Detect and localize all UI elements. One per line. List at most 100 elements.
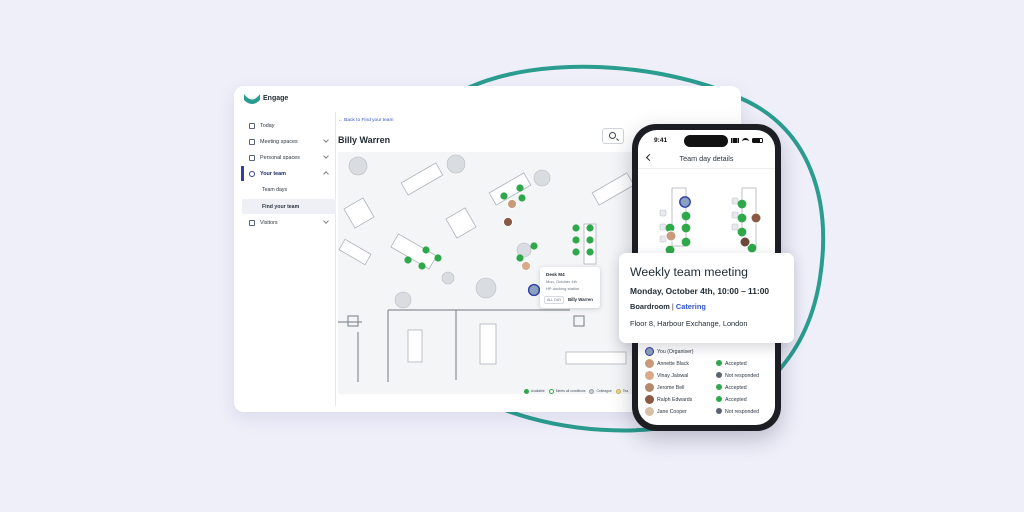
back-link[interactable]: ← Back to Find your team bbox=[338, 118, 393, 123]
not-responded-icon bbox=[716, 372, 722, 378]
attendee-name: Jane Cooper bbox=[657, 409, 687, 415]
list-item[interactable]: Ralph Edwards Accepted bbox=[644, 394, 774, 406]
available-seat[interactable] bbox=[737, 227, 747, 237]
meeting-location: Floor 8, Harbour Exchange, London bbox=[630, 319, 748, 328]
plant-icon bbox=[441, 271, 455, 285]
search-button[interactable] bbox=[602, 128, 624, 144]
sidebar-item-meeting-spaces[interactable]: Meeting spaces bbox=[242, 134, 336, 149]
legend-item: Colleague bbox=[589, 388, 612, 394]
desk-icon bbox=[249, 154, 255, 161]
sidebar-item-today[interactable]: Today bbox=[242, 118, 336, 133]
available-seat[interactable] bbox=[572, 236, 580, 244]
wifi-icon bbox=[742, 138, 749, 143]
available-seat[interactable] bbox=[572, 248, 580, 256]
attendee-status: Not responded bbox=[725, 373, 760, 379]
booked-by-name: Billy Warren bbox=[568, 297, 593, 302]
list-item[interactable]: Vinay Jaiswal Not responded bbox=[644, 370, 774, 382]
avatar bbox=[645, 347, 654, 356]
accepted-icon bbox=[716, 360, 722, 366]
legend-item: Tea bbox=[615, 388, 628, 394]
available-seat[interactable] bbox=[516, 184, 524, 192]
avatar bbox=[645, 383, 654, 392]
team-icon bbox=[249, 170, 255, 177]
available-seat[interactable] bbox=[422, 246, 430, 254]
attendee-status: Accepted bbox=[725, 385, 747, 391]
colleague-avatar[interactable] bbox=[665, 230, 677, 242]
list-item[interactable]: You (Organiser) bbox=[644, 346, 774, 358]
sidebar-item-label: Meeting spaces bbox=[260, 138, 298, 145]
attendee-name: Vinay Jaiswal bbox=[657, 373, 689, 379]
sidebar-subitem-find-your-team[interactable]: Find your team bbox=[242, 199, 336, 214]
list-item[interactable]: Jane Cooper Not responded bbox=[644, 406, 774, 418]
search-icon bbox=[609, 132, 616, 139]
available-seat[interactable] bbox=[500, 192, 508, 200]
desk-tooltip: Desk M4 Mon, October 4th HP docking stat… bbox=[540, 267, 600, 308]
available-seat[interactable] bbox=[518, 194, 526, 202]
desk-table bbox=[565, 351, 627, 365]
your-avatar[interactable] bbox=[679, 196, 691, 208]
dynamic-island bbox=[684, 135, 728, 147]
avatar bbox=[645, 359, 654, 368]
attendee-status: Accepted bbox=[725, 361, 747, 367]
sidebar-item-your-team[interactable]: Your team bbox=[241, 166, 336, 181]
list-item[interactable]: Annette Black Accepted bbox=[644, 358, 774, 370]
status-time: 9:41 bbox=[654, 137, 668, 144]
map-legend: Available Meets all conditions Colleague… bbox=[524, 386, 628, 396]
available-seat[interactable] bbox=[681, 237, 691, 247]
attendee-name: Annette Black bbox=[657, 361, 690, 367]
attendee-name: You (Organiser) bbox=[657, 349, 694, 355]
available-seat[interactable] bbox=[434, 254, 442, 262]
separator: | bbox=[671, 302, 674, 311]
colleague-avatar[interactable] bbox=[750, 212, 762, 224]
available-seat[interactable] bbox=[530, 242, 538, 250]
calendar-icon bbox=[249, 122, 255, 129]
plant-icon bbox=[394, 291, 412, 309]
plant-icon bbox=[533, 169, 551, 187]
booking-duration-tag: ALL DAY bbox=[544, 296, 565, 304]
chevron-down-icon bbox=[323, 137, 329, 143]
floor-plan-map[interactable] bbox=[338, 152, 658, 394]
divider bbox=[638, 168, 775, 169]
available-seat[interactable] bbox=[418, 262, 426, 270]
available-seat[interactable] bbox=[404, 256, 412, 264]
sidebar-item-label: Your team bbox=[260, 170, 286, 177]
plant-icon bbox=[446, 154, 466, 174]
colleague-avatar[interactable] bbox=[506, 198, 518, 210]
chevron-up-icon bbox=[323, 171, 329, 177]
colleague-avatar[interactable] bbox=[520, 260, 532, 272]
colleague-avatar[interactable] bbox=[502, 216, 514, 228]
plant-icon bbox=[348, 156, 368, 176]
available-seat[interactable] bbox=[681, 211, 691, 221]
available-seat[interactable] bbox=[586, 248, 594, 256]
sidebar-item-personal-spaces[interactable]: Personal spaces bbox=[242, 150, 336, 165]
chevron-down-icon bbox=[323, 153, 329, 159]
available-seat[interactable] bbox=[572, 224, 580, 232]
sidebar: Today Meeting spaces Personal spaces You… bbox=[241, 112, 336, 406]
available-seat[interactable] bbox=[737, 213, 747, 223]
avatar bbox=[645, 407, 654, 416]
available-seat[interactable] bbox=[586, 224, 594, 232]
colleague-avatar[interactable] bbox=[739, 236, 751, 248]
accepted-icon bbox=[716, 396, 722, 402]
accepted-icon bbox=[716, 384, 722, 390]
sidebar-subitem-team-days[interactable]: Team days bbox=[242, 182, 336, 197]
meeting-table bbox=[479, 323, 497, 365]
attendee-status: Accepted bbox=[725, 397, 747, 403]
attendee-status: Not responded bbox=[725, 409, 760, 415]
meeting-table bbox=[407, 329, 423, 363]
meeting-card[interactable]: Weekly team meeting Monday, October 4th,… bbox=[619, 253, 794, 343]
catering-link[interactable]: Catering bbox=[676, 302, 706, 311]
available-seat[interactable] bbox=[586, 236, 594, 244]
available-seat[interactable] bbox=[737, 199, 747, 209]
avatar bbox=[645, 395, 654, 404]
plant-icon bbox=[475, 277, 497, 299]
list-item[interactable]: Jerome Bell Accepted bbox=[644, 382, 774, 394]
available-seat[interactable] bbox=[681, 223, 691, 233]
engage-logo-icon bbox=[244, 94, 260, 104]
meeting-datetime: Monday, October 4th, 10:00 – 11:00 bbox=[630, 286, 770, 296]
available-seat[interactable] bbox=[516, 254, 524, 262]
app-header: Engage bbox=[234, 86, 741, 112]
chevron-down-icon bbox=[323, 218, 329, 224]
selected-colleague-avatar[interactable] bbox=[527, 283, 541, 297]
sidebar-item-visitors[interactable]: Visitors bbox=[242, 215, 336, 230]
